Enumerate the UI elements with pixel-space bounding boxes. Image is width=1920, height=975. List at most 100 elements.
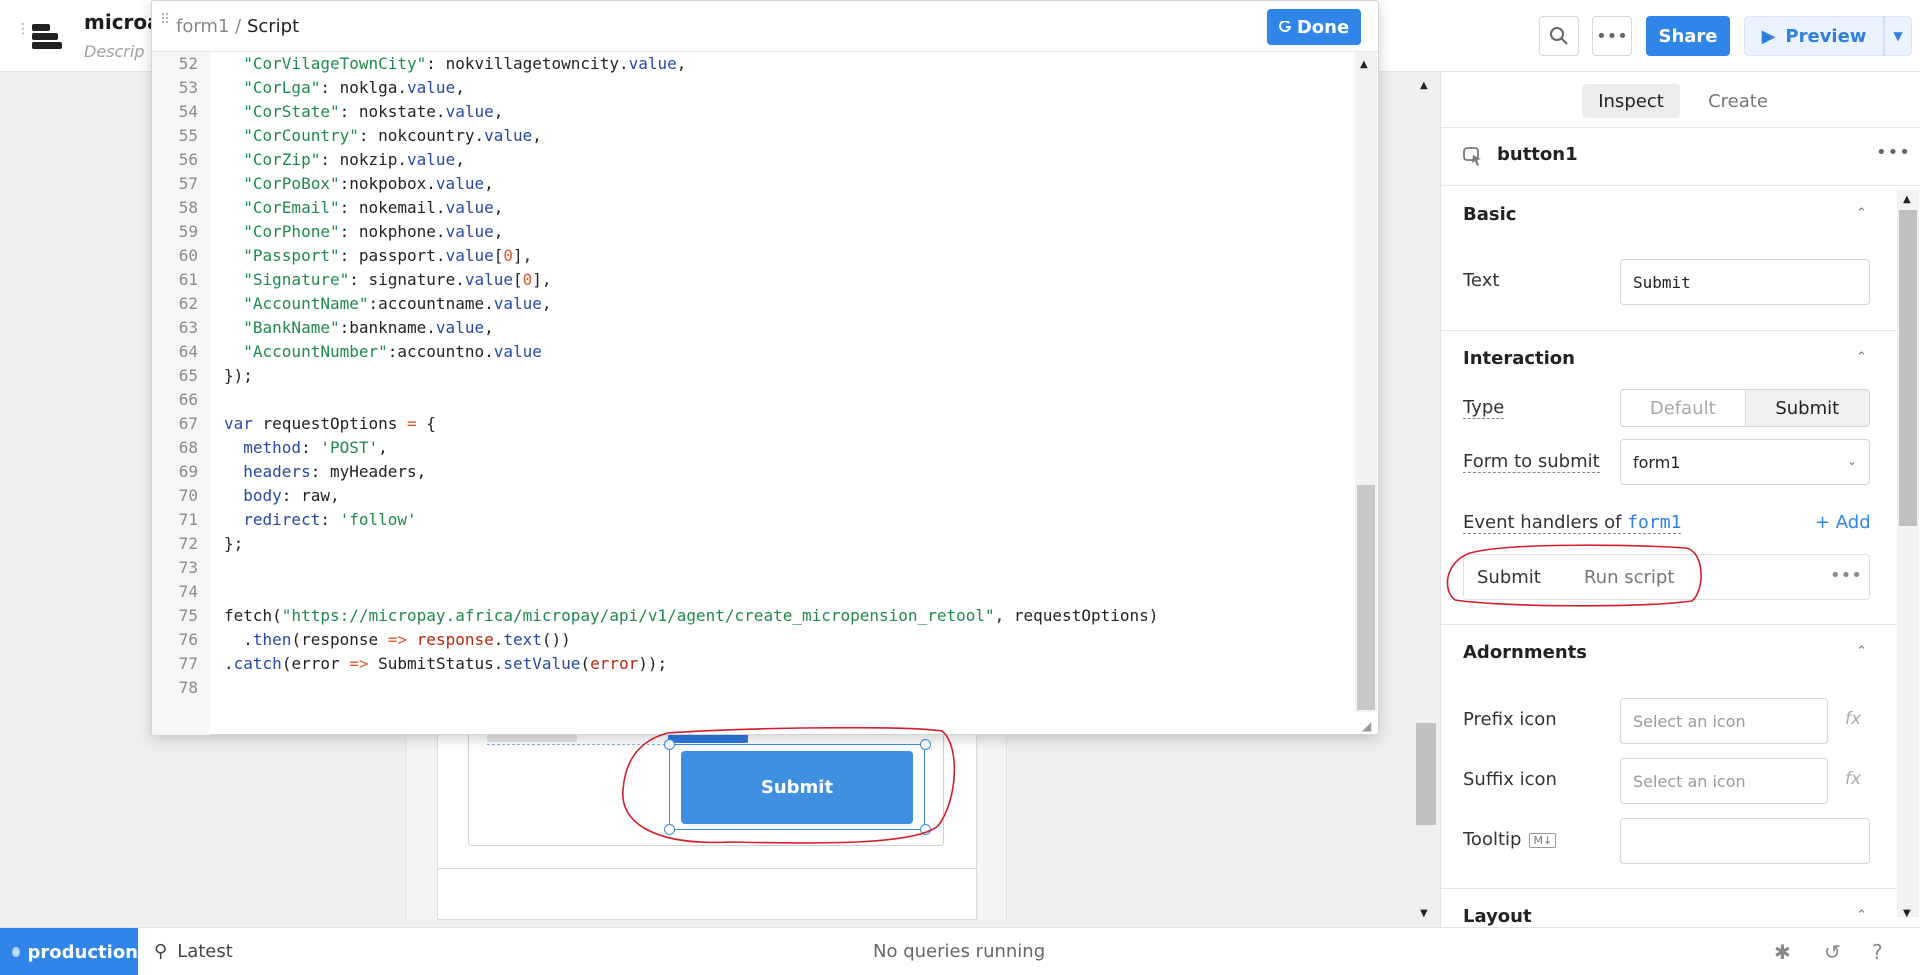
scroll-down-arrow-icon[interactable]: ▼	[1903, 908, 1911, 919]
drag-handle-icon[interactable]: ⠿	[160, 13, 170, 27]
debug-bug-icon[interactable]: ✱	[1774, 940, 1791, 964]
resize-handle[interactable]	[920, 739, 931, 750]
suffix-icon-select[interactable]: Select an icon	[1620, 758, 1828, 804]
code-line[interactable]: 66	[152, 388, 1352, 412]
code-line[interactable]: 61 "Signature": signature.value[0],	[152, 268, 1352, 292]
preview-dropdown-button[interactable]: ▼	[1884, 16, 1912, 56]
chevron-up-icon[interactable]: ⌃	[1856, 908, 1867, 923]
scroll-up-arrow-icon[interactable]: ▲	[1420, 80, 1428, 91]
type-option-default[interactable]: Default	[1621, 390, 1746, 426]
add-event-handler-button[interactable]: + Add	[1815, 512, 1871, 533]
code-text: .catch(error => SubmitStatus.setValue(er…	[224, 654, 668, 673]
resize-handle[interactable]	[920, 824, 931, 835]
line-number: 56	[178, 150, 198, 169]
code-line[interactable]: 58 "CorEmail": nokemail.value,	[152, 196, 1352, 220]
code-line[interactable]: 76 .then(response => response.text())	[152, 628, 1352, 652]
chevron-up-icon[interactable]: ⌃	[1856, 206, 1867, 221]
breadcrumb-parent[interactable]: form1	[176, 16, 229, 37]
section-interaction-title[interactable]: Interaction	[1463, 348, 1575, 369]
code-area[interactable]: 52 "CorVilageTownCity": nokvillagetownci…	[152, 52, 1352, 700]
code-line[interactable]: 60 "Passport": passport.value[0],	[152, 244, 1352, 268]
code-line[interactable]: 73	[152, 556, 1352, 580]
prefix-icon-select[interactable]: Select an icon	[1620, 698, 1828, 744]
code-line[interactable]: 72};	[152, 532, 1352, 556]
code-line[interactable]: 57 "CorPoBox":nokpobox.value,	[152, 172, 1352, 196]
handler-more-button[interactable]: •••	[1830, 565, 1862, 586]
component-name[interactable]: button1	[1497, 144, 1578, 165]
chevron-up-icon[interactable]: ⌃	[1856, 644, 1867, 659]
text-input[interactable]: Submit	[1620, 259, 1870, 305]
code-line[interactable]: 75 fetch("https://micropay.africa/micropa…	[152, 604, 1352, 628]
environment-badge[interactable]: production	[0, 928, 138, 975]
resize-corner-icon[interactable]: ◢	[1362, 719, 1376, 733]
code-text: "CorCountry": nokcountry.value,	[243, 126, 542, 145]
code-line[interactable]: 70 body: raw,	[152, 484, 1352, 508]
code-line[interactable]: 63 "BankName":bankname.value,	[152, 316, 1352, 340]
event-handler-row[interactable]: Submit Run script •••	[1463, 554, 1870, 600]
code-line[interactable]: 56 "CorZip": nokzip.value,	[152, 148, 1352, 172]
done-button[interactable]: Done	[1267, 9, 1361, 45]
code-line[interactable]: 52 "CorVilageTownCity": nokvillagetownci…	[152, 52, 1352, 76]
app-name[interactable]: microa	[84, 10, 161, 34]
more-options-button[interactable]: •••	[1592, 16, 1632, 56]
section-basic-title[interactable]: Basic	[1463, 204, 1516, 225]
code-line[interactable]: 62 "AccountName":accountname.value,	[152, 292, 1352, 316]
form-to-submit-select[interactable]: form1 ⌄	[1620, 439, 1870, 485]
form-to-submit-value: form1	[1633, 452, 1681, 472]
section-divider	[1440, 624, 1897, 625]
panel-scrollbar-thumb[interactable]	[1899, 210, 1917, 526]
code-line[interactable]: 77 .catch(error => SubmitStatus.setValue(…	[152, 652, 1352, 676]
tooltip-input[interactable]	[1620, 818, 1870, 864]
code-line[interactable]: 69 headers: myHeaders,	[152, 460, 1352, 484]
prefix-icon-placeholder: Select an icon	[1633, 711, 1746, 731]
search-button[interactable]	[1539, 16, 1579, 56]
code-line[interactable]: 59 "CorPhone": nokphone.value,	[152, 220, 1352, 244]
ellipsis-icon: •••	[1876, 142, 1911, 163]
type-option-submit[interactable]: Submit	[1745, 390, 1869, 426]
preview-button[interactable]: ▶ Preview	[1744, 16, 1884, 56]
code-line[interactable]: 54 "CorState": nokstate.value,	[152, 100, 1352, 124]
fx-icon[interactable]: fx	[1845, 709, 1861, 729]
share-button[interactable]: Share	[1646, 16, 1730, 56]
code-text: redirect: 'follow'	[243, 510, 417, 529]
section-layout-title[interactable]: Layout	[1463, 906, 1532, 927]
type-label: Type	[1463, 397, 1505, 419]
code-line[interactable]: 67 var requestOptions = {	[152, 412, 1352, 436]
code-line[interactable]: 68 method: 'POST',	[152, 436, 1352, 460]
app-description[interactable]: Descrip	[84, 42, 144, 61]
resize-handle[interactable]	[664, 739, 675, 750]
code-line[interactable]: 64 "AccountNumber":accountno.value	[152, 340, 1352, 364]
canvas-scrollbar-thumb[interactable]	[1416, 723, 1436, 825]
tab-create[interactable]: Create	[1696, 84, 1780, 118]
chevron-up-icon[interactable]: ⌃	[1856, 350, 1867, 365]
code-line[interactable]: 65});	[152, 364, 1352, 388]
event-handlers-target[interactable]: form1	[1627, 512, 1681, 533]
drag-handle-icon[interactable]: ⋮	[16, 22, 30, 48]
play-icon: ▶	[1761, 25, 1776, 47]
editor-scrollbar-thumb[interactable]	[1357, 485, 1375, 710]
history-icon[interactable]: ↺	[1824, 940, 1841, 964]
code-line[interactable]: 55 "CorCountry": nokcountry.value,	[152, 124, 1352, 148]
code-line[interactable]: 53 "CorLga": noklga.value,	[152, 76, 1352, 100]
code-line[interactable]: 71 redirect: 'follow'	[152, 508, 1352, 532]
scroll-up-arrow-icon[interactable]: ▲	[1360, 59, 1368, 70]
code-text: "AccountName":accountname.value,	[243, 294, 552, 313]
resize-handle[interactable]	[664, 824, 675, 835]
canvas-submit-button[interactable]: Submit	[681, 751, 913, 824]
component-more-button[interactable]: •••	[1876, 142, 1911, 163]
line-number: 64	[178, 342, 198, 361]
version-selector[interactable]: ⚲ Latest	[154, 941, 233, 962]
tab-inspect[interactable]: Inspect	[1582, 84, 1680, 118]
code-line[interactable]: 74	[152, 580, 1352, 604]
script-editor-modal[interactable]: ⠿ form1 / Script Done 52 "CorVilageTownC…	[151, 0, 1379, 735]
scroll-up-arrow-icon[interactable]: ▲	[1903, 194, 1911, 205]
help-icon[interactable]: ?	[1872, 940, 1883, 964]
code-line[interactable]: 78	[152, 676, 1352, 700]
line-number: 74	[178, 582, 198, 601]
fx-icon[interactable]: fx	[1845, 769, 1861, 789]
done-label: Done	[1296, 16, 1350, 38]
type-segmented-control[interactable]: Default Submit	[1620, 389, 1870, 427]
section-adornments-title[interactable]: Adornments	[1463, 642, 1587, 663]
line-number: 62	[178, 294, 198, 313]
scroll-down-arrow-icon[interactable]: ▼	[1420, 908, 1428, 919]
